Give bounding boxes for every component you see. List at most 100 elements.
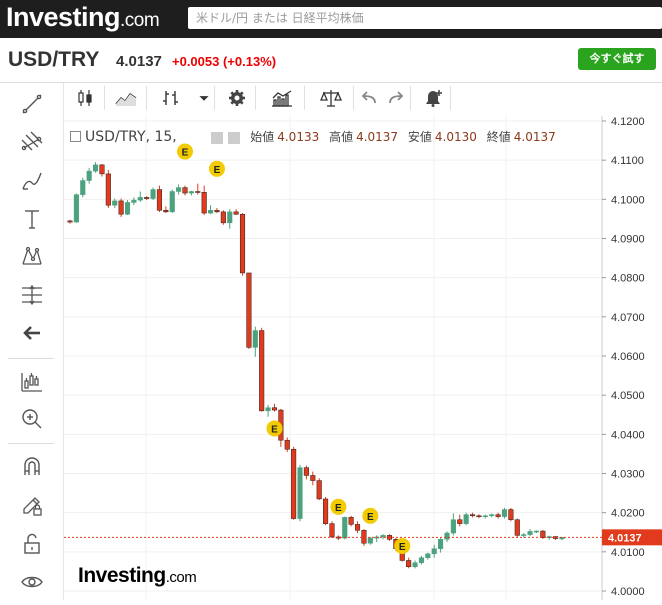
search-box[interactable] [188,7,662,29]
candle-body [67,220,73,223]
candle-body [450,519,456,534]
price-tick-label: 4.0700 [611,312,645,324]
price-tick-label: 4.0300 [611,469,645,481]
brush-tool-icon[interactable] [17,168,47,194]
close-label: 終値 [486,130,511,144]
candle-body [444,532,450,540]
magnet-icon[interactable] [17,453,47,479]
candle-body [501,509,508,517]
candle-body [73,194,79,223]
unlock-icon[interactable] [17,531,47,557]
event-marker-label: E [271,424,278,435]
candle-body [144,197,150,199]
text-tool-icon[interactable] [17,206,47,232]
measure-tool-icon[interactable] [17,282,47,308]
price-change: +0.0053 (+0.13%) [172,54,277,69]
candlestick-chart-svg[interactable]: 4.1200 4.1100 4.1000 4.0900 4.0800 4.0700 4.06… [64,116,662,600]
pattern-tool-icon[interactable] [17,243,47,269]
candle-body [252,330,258,348]
candle-body [291,448,297,519]
candle-body [533,530,539,533]
candle-body [105,173,111,206]
try-now-button[interactable]: 今すぐ試す [578,48,656,70]
candle-body [195,191,201,193]
collapse-icon[interactable] [70,131,81,142]
event-marker-label: E [214,165,221,176]
line-tool-icon[interactable] [17,91,47,117]
search-input[interactable] [188,7,662,29]
candle-body [137,197,143,201]
candle-body [188,191,194,194]
event-marker-label: E [367,512,374,523]
drawing-toolbar [0,83,64,600]
candle-body [425,553,431,558]
site-logo[interactable]: Investing.com [6,2,160,33]
low-label: 安値 [407,130,432,144]
candle-body [297,467,303,519]
candle-body [99,164,105,175]
candle-body [514,519,520,536]
candle-body [310,475,316,481]
candle-body [220,211,226,224]
undo-icon[interactable] [356,86,382,110]
event-marker-label: E [182,148,189,159]
candle-body [265,407,271,412]
candle-body [527,531,533,535]
watermark-main: Investing [78,564,166,587]
candle-body [354,524,361,531]
candle-body [463,514,469,524]
candle-body [93,164,99,172]
dropdown-icon[interactable] [194,86,215,110]
watermark-suffix: .com [165,569,197,586]
settings-toggle-icon[interactable] [210,131,223,144]
candles-icon[interactable] [70,86,105,110]
price-tick-label: 4.0100 [611,547,645,559]
candle-body [329,523,335,538]
candle-body [476,515,482,518]
candle-body [431,548,437,555]
candle-body [438,539,444,549]
candle-body [118,200,124,215]
back-arrow-icon[interactable] [17,320,47,346]
candle-body [156,189,163,211]
logo-main: Investing [6,2,121,32]
candle-body [540,530,546,538]
redo-icon[interactable] [382,86,411,110]
price-tick-label: 4.1100 [611,155,644,167]
candle-body [508,509,514,520]
candle-body [303,467,309,476]
price-tick-label: 4.0900 [611,234,645,246]
chart-ohlc-header: USD/TRY, 15, 始値 4.0133 高値 4.0137 安値 4.0130 … [70,128,556,145]
candle-body [521,534,527,536]
candle-body [182,187,188,194]
candle-body [367,537,373,544]
logo-suffix: .com [120,10,160,31]
candle-body [495,514,501,517]
candle-body [342,517,348,539]
toolbar-separator [8,358,54,359]
price-chart[interactable]: 4.1200 4.1100 4.1000 4.0900 4.0800 4.0700 4.06… [64,116,662,600]
candle-body [489,514,495,517]
current-price: 4.0137 [116,53,162,70]
compare-icon[interactable] [309,86,354,110]
draw-lock-icon[interactable] [17,492,47,518]
price-tick-label: 4.0200 [611,508,645,520]
alert-icon[interactable] [416,86,451,110]
open-value: 4.0133 [277,130,320,144]
eye-icon[interactable] [17,569,47,595]
indicators-icon[interactable] [260,86,305,110]
candle-body [201,192,207,214]
area-icon[interactable] [106,86,147,110]
candle-body [361,530,367,544]
settings-icon[interactable] [219,86,256,110]
candle-body [86,170,92,181]
candle-body [271,407,278,411]
fib-tool-icon[interactable] [17,129,47,155]
event-marker-label: E [399,542,406,553]
bars-icon[interactable] [149,86,193,110]
indicators-template-icon[interactable] [17,369,47,395]
candle-body [246,272,252,348]
close-toggle-icon[interactable] [228,131,241,144]
zoom-icon[interactable] [17,406,47,432]
candle-body [323,498,329,524]
